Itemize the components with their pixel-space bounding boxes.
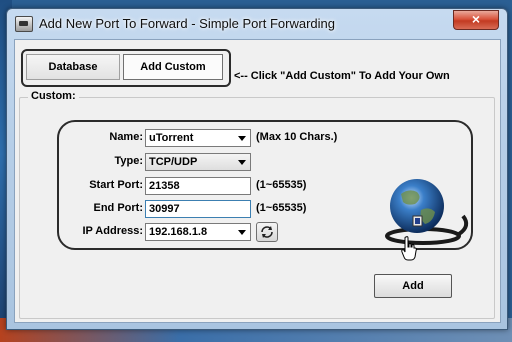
hand-cursor-icon xyxy=(401,236,417,261)
tab-add-custom[interactable]: Add Custom xyxy=(123,54,223,80)
start-port-hint: (1~65535) xyxy=(256,179,307,191)
chevron-down-icon[interactable] xyxy=(238,230,246,235)
dialog-window: Add New Port To Forward - Simple Port Fo… xyxy=(6,8,508,330)
add-button[interactable]: Add xyxy=(374,274,452,298)
globe-network-icon xyxy=(385,179,469,245)
title-bar[interactable]: Add New Port To Forward - Simple Port Fo… xyxy=(7,9,507,37)
chevron-down-icon[interactable] xyxy=(238,160,246,165)
network-card-icon xyxy=(15,16,33,32)
type-label: Type: xyxy=(114,155,143,167)
name-combobox[interactable]: uTorrent xyxy=(145,129,251,147)
type-combobox[interactable]: TCP/UDP xyxy=(145,153,251,171)
start-port-label: Start Port: xyxy=(89,179,143,191)
start-port-field[interactable]: 21358 xyxy=(145,177,251,195)
chevron-down-icon[interactable] xyxy=(238,136,246,141)
refresh-ip-button[interactable] xyxy=(256,222,278,242)
tab-group: Database Add Custom xyxy=(21,49,231,87)
type-value: TCP/UDP xyxy=(149,156,198,168)
end-port-field[interactable]: 30997 xyxy=(145,200,251,218)
name-hint: (Max 10 Chars.) xyxy=(256,131,338,143)
dialog-body: Database Add Custom <-- Click "Add Custo… xyxy=(14,39,501,323)
ip-address-value: 192.168.1.8 xyxy=(149,226,208,238)
tab-database[interactable]: Database xyxy=(26,54,120,80)
ip-address-combobox[interactable]: 192.168.1.8 xyxy=(145,223,251,241)
hint-text: <-- Click "Add Custom" To Add Your Own xyxy=(234,70,450,82)
end-port-label: End Port: xyxy=(93,202,144,214)
port-form-panel: Name: uTorrent (Max 10 Chars.) Type: TCP… xyxy=(57,120,473,298)
end-port-hint: (1~65535) xyxy=(256,202,307,214)
close-button[interactable]: × xyxy=(453,10,499,30)
ip-address-label: IP Address: xyxy=(82,225,143,237)
name-label: Name: xyxy=(109,131,143,143)
refresh-icon xyxy=(261,226,273,238)
window-title: Add New Port To Forward - Simple Port Fo… xyxy=(39,16,335,31)
name-value: uTorrent xyxy=(149,132,194,144)
custom-group-label: Custom: xyxy=(28,90,79,102)
